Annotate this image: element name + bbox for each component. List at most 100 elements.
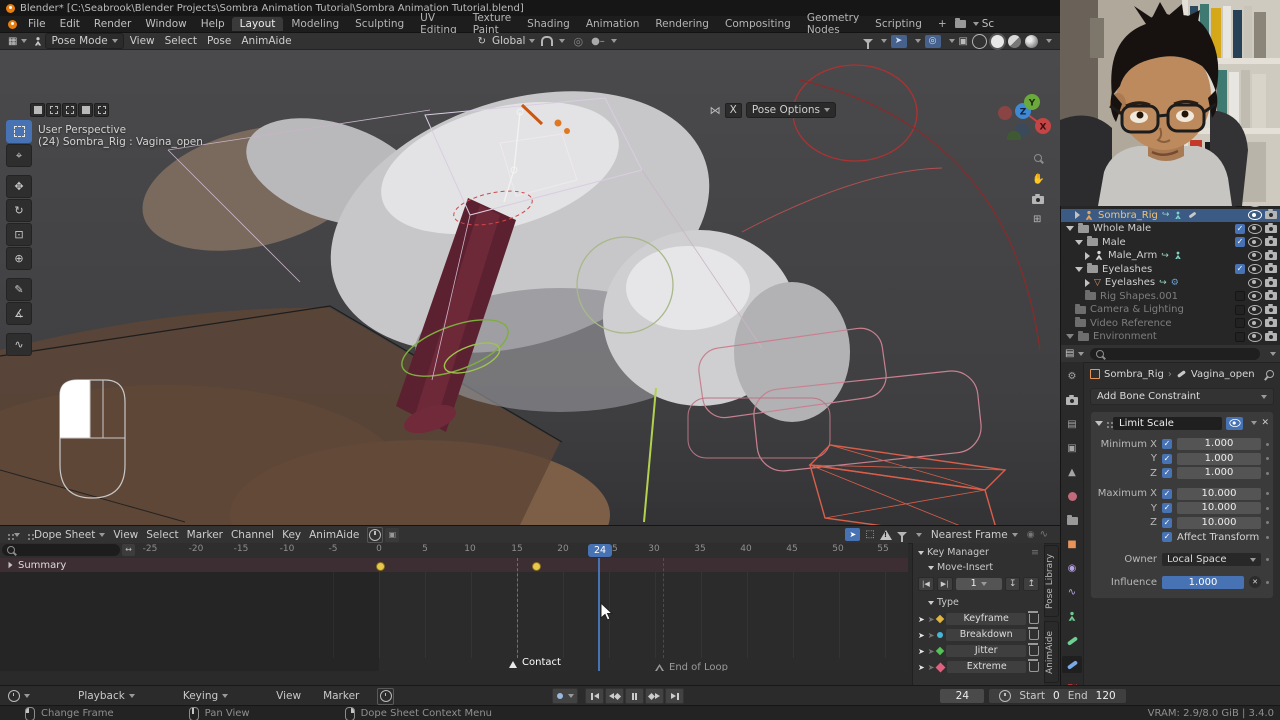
pan-hand-icon[interactable]: ✋ (1032, 174, 1044, 185)
expand-icon[interactable] (9, 562, 13, 568)
tab-scene[interactable]: ▲ (1062, 464, 1082, 481)
prev-keyframe-button[interactable] (605, 688, 624, 704)
marker-label[interactable]: End of Loop (669, 662, 728, 671)
move-amount-field[interactable]: 1 (956, 578, 1002, 590)
workspace-tab-layout[interactable]: Layout (232, 17, 284, 31)
overlays-toggle[interactable]: ◎ (925, 35, 941, 48)
min-y-value[interactable]: 1.000 (1177, 453, 1261, 465)
select-cursor-icon[interactable]: ➤ (918, 615, 925, 624)
zoom-icon[interactable] (1034, 152, 1042, 165)
outliner-row[interactable]: Eyelashes (1061, 263, 1280, 277)
constraint-enable-button[interactable] (1226, 417, 1243, 430)
outliner-row[interactable]: Male (1061, 236, 1280, 250)
outliner-row[interactable]: Male_Arm ↪ (1061, 249, 1280, 263)
tool-pose-breakdowner[interactable]: ∿ (6, 333, 32, 356)
sync-clock-button[interactable] (377, 688, 394, 705)
editor-type-button[interactable] (4, 527, 24, 542)
dope-menu-animaide[interactable]: AnimAide (305, 527, 363, 542)
keying-icon[interactable]: ●– (591, 36, 605, 47)
next-keyframe-button[interactable] (645, 688, 664, 704)
animate-dot[interactable] (1266, 457, 1269, 460)
owner-dropdown[interactable]: Local Space (1162, 553, 1261, 566)
hide-eye-icon[interactable] (1248, 251, 1262, 261)
max-z-value[interactable]: 10.000 (1177, 517, 1261, 529)
xray-toggle[interactable]: ▣ (959, 36, 968, 47)
channel-expand-button[interactable]: ↔ (122, 544, 135, 556)
viewport-menu-pose[interactable]: Pose (203, 34, 235, 49)
workspace-tab-rendering[interactable]: Rendering (647, 17, 717, 31)
workspace-tab-sculpting[interactable]: Sculpting (347, 17, 412, 31)
deselect-cursor-icon[interactable]: ➤ (928, 631, 935, 640)
render-visibility-icon[interactable] (1265, 211, 1277, 219)
delete-icon[interactable] (1029, 630, 1039, 640)
workspace-tab-modeling[interactable]: Modeling (283, 17, 347, 31)
select-mode-5-button[interactable] (94, 103, 109, 117)
animate-dot[interactable] (1266, 443, 1269, 446)
animate-dot[interactable] (1266, 521, 1269, 524)
tool-transform[interactable]: ⊕ (6, 247, 32, 270)
pin-icon[interactable] (1264, 368, 1275, 379)
outliner-row[interactable]: ▽ Eyelashes ↪ ⚙ (1061, 276, 1280, 290)
max-z-checkbox[interactable] (1162, 518, 1172, 528)
summary-channel-row[interactable]: Summary (0, 558, 908, 572)
add-bone-constraint-button[interactable]: Add Bone Constraint (1090, 388, 1274, 405)
hide-eye-icon[interactable] (1248, 224, 1262, 234)
type-header[interactable]: Type (918, 597, 1039, 608)
render-visibility-icon[interactable] (1265, 225, 1277, 233)
timeline-menu-marker[interactable]: Marker (319, 689, 363, 704)
jump-to-start-button[interactable] (585, 688, 604, 704)
current-frame-field[interactable]: 24 (940, 689, 984, 703)
proportional-icon[interactable]: ◉ (1027, 530, 1035, 540)
timeline-ruler[interactable]: -25 -20 -15 -10 -5 0 5 10 15 20 25 30 35… (0, 543, 908, 559)
delete-icon[interactable] (1029, 646, 1039, 656)
transform-orientation-dropdown[interactable]: Global (488, 34, 540, 49)
tab-render[interactable] (1062, 392, 1082, 409)
hide-eye-icon[interactable] (1248, 237, 1262, 247)
snap-mode-dropdown[interactable]: Nearest Frame (927, 527, 1022, 542)
start-value[interactable]: 0 (1053, 690, 1060, 702)
min-x-value[interactable]: 1.000 (1177, 438, 1261, 450)
animate-dot[interactable] (1266, 507, 1269, 510)
breadcrumb-object[interactable]: Sombra_Rig (1104, 369, 1164, 380)
perspective-toggle-icon[interactable]: ⊞ (1033, 214, 1041, 225)
menu-help[interactable]: Help (194, 18, 232, 30)
min-x-checkbox[interactable] (1162, 439, 1172, 449)
playback-menu[interactable]: Playback (74, 689, 139, 704)
keyframe-dot[interactable] (376, 562, 385, 571)
tool-move[interactable]: ✥ (6, 175, 32, 198)
outliner-row[interactable]: Camera & Lighting (1061, 303, 1280, 317)
pause-button[interactable] (625, 688, 644, 704)
mode-selector[interactable]: Pose Mode (45, 33, 123, 49)
scene-name[interactable]: Sc (982, 18, 994, 30)
blender-menu-icon[interactable] (8, 20, 17, 29)
filter-icon[interactable] (897, 532, 907, 537)
hide-eye-icon[interactable] (1248, 210, 1262, 220)
outliner-row[interactable]: Video Reference (1061, 317, 1280, 331)
outliner-row[interactable]: Environment (1061, 330, 1280, 344)
collection-checkbox[interactable] (1235, 264, 1245, 274)
delete-icon[interactable] (1029, 662, 1039, 672)
hide-eye-icon[interactable] (1248, 264, 1262, 274)
clock-toggle-button[interactable] (367, 527, 383, 543)
dope-menu-channel[interactable]: Channel (227, 527, 278, 542)
animate-dot[interactable] (1266, 581, 1269, 584)
auto-keying-button[interactable] (552, 688, 578, 704)
tool-measure[interactable]: ∡ (6, 302, 32, 325)
select-mode-1-button[interactable] (30, 103, 45, 117)
collection-checkbox[interactable] (1235, 318, 1245, 328)
properties-search-input[interactable] (1090, 348, 1260, 360)
render-visibility-icon[interactable] (1265, 292, 1277, 300)
workspace-tab-scripting[interactable]: Scripting (867, 17, 930, 31)
influence-slider[interactable]: 1.000 (1162, 576, 1244, 589)
viewport-menu-view[interactable]: View (126, 34, 159, 49)
dope-sheet-mode-dropdown[interactable]: Dope Sheet (24, 527, 109, 542)
dope-sheet-channels[interactable]: Summary Contact End of Loop (0, 558, 908, 671)
animate-dot[interactable] (1266, 536, 1269, 539)
shading-rendered-button[interactable] (1025, 35, 1038, 48)
menu-window[interactable]: Window (138, 18, 193, 30)
render-visibility-icon[interactable] (1265, 265, 1277, 273)
tab-output[interactable]: ▤ (1062, 416, 1082, 433)
select-mode-4-button[interactable] (78, 103, 93, 117)
tool-annotate[interactable]: ✎ (6, 278, 32, 301)
tab-bone-constraints[interactable] (1062, 656, 1082, 673)
